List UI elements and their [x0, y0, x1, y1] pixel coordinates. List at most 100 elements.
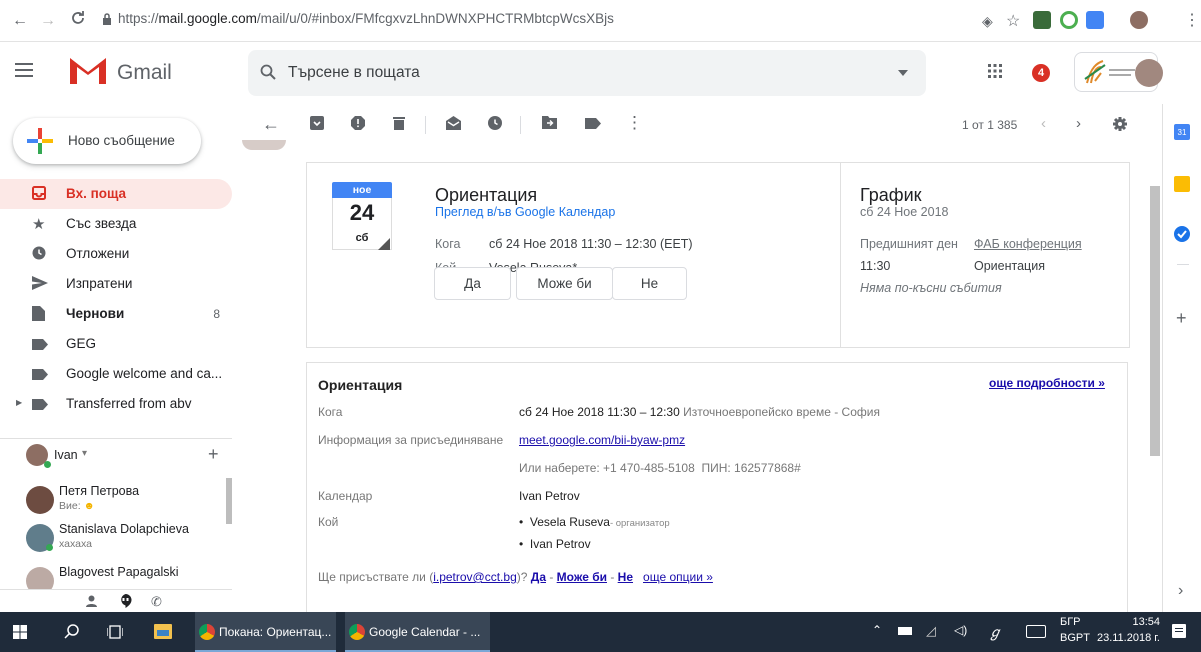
extension-icon[interactable]: [1033, 11, 1051, 29]
meet-link[interactable]: meet.google.com/bii-byaw-pmz: [519, 433, 685, 447]
sidebar-item-geg[interactable]: GEG: [0, 329, 232, 359]
profile-avatar[interactable]: [1130, 11, 1148, 29]
taskbar-item-label: Google Calendar - ...: [369, 625, 481, 639]
wifi-icon[interactable]: ◿: [926, 623, 936, 639]
online-dot: [46, 544, 53, 551]
sidebar-item-inbox[interactable]: Вх. поща: [0, 179, 232, 209]
newer-icon[interactable]: ‹: [1041, 115, 1046, 132]
volume-icon[interactable]: ◁): [954, 623, 967, 637]
address-bar[interactable]: https://mail.google.com/mail/u/0/#inbox/…: [118, 11, 614, 26]
chevron-down-icon[interactable]: ▾: [82, 448, 87, 459]
when-value: сб 24 Ное 2018 11:30 – 12:30 (EET): [489, 237, 693, 251]
main-menu-icon[interactable]: [15, 63, 33, 77]
back-arrow-icon[interactable]: ←: [262, 114, 280, 135]
reload-icon[interactable]: [70, 10, 86, 26]
sidebar-item-sent[interactable]: Изпратени: [0, 269, 232, 299]
more-details-link[interactable]: още подробности »: [989, 376, 1105, 390]
organizer: • Vesela Ruseva- организатор: [519, 515, 670, 529]
new-chat-plus-icon[interactable]: +: [208, 444, 219, 465]
windows-start-icon[interactable]: [13, 625, 27, 639]
bookmark-star-icon[interactable]: ☆: [1006, 11, 1020, 31]
mark-unread-icon[interactable]: [446, 116, 461, 130]
keyboard-icon[interactable]: [1026, 625, 1046, 638]
sidebar-item-google-welcome[interactable]: Google welcome and ca...: [0, 359, 232, 389]
rsvp-no-button[interactable]: Не: [612, 267, 687, 300]
contact-name: Петя Петрова: [59, 484, 140, 498]
search-icon[interactable]: [260, 64, 276, 80]
sidebar-item-starred[interactable]: ★ Със звезда: [0, 209, 232, 239]
inline-yes-link[interactable]: Да: [531, 570, 546, 584]
schedule-date: сб 24 Ное 2018: [860, 205, 949, 219]
expand-arrow-icon[interactable]: ▶: [16, 398, 22, 407]
file-explorer-icon[interactable]: [154, 624, 172, 639]
attendee-email-link[interactable]: i.petrov@cct.bg: [433, 570, 517, 584]
translate-icon[interactable]: [1086, 11, 1104, 29]
menu-dots-icon[interactable]: ⋮: [1184, 10, 1200, 30]
keep-app-icon[interactable]: [1174, 176, 1190, 192]
search-icon[interactable]: [64, 623, 80, 639]
search-bar[interactable]: Търсене в пощата: [248, 50, 926, 96]
gmail-logo-icon[interactable]: [68, 56, 108, 86]
eye-icon[interactable]: ◈: [982, 13, 993, 30]
settings-gear-icon[interactable]: [1113, 117, 1127, 131]
inline-no-link[interactable]: Не: [618, 570, 633, 584]
avatar: [26, 567, 54, 589]
rsvp-maybe-button[interactable]: Може би: [516, 267, 613, 300]
pen-icon[interactable]: ℊ: [988, 622, 1002, 642]
task-view-icon[interactable]: [107, 624, 123, 640]
tray-expand-icon[interactable]: ⌃: [872, 623, 882, 637]
chrome-icon: [349, 624, 365, 640]
chrome-icon: [199, 624, 215, 640]
search-input[interactable]: Търсене в пощата: [288, 64, 420, 82]
calendar-app-icon[interactable]: 31: [1174, 124, 1190, 140]
organization-logo[interactable]: [1074, 52, 1163, 92]
phone-icon[interactable]: ✆: [151, 594, 162, 610]
pagination-label: 1 от 1 385: [962, 118, 1018, 132]
extension-icon[interactable]: [1060, 11, 1078, 29]
contact-item[interactable]: Stanislava Dolapchieva хахаха: [26, 522, 226, 558]
taskbar-item-calendar[interactable]: Google Calendar - ...: [345, 612, 490, 652]
notifications-icon[interactable]: [1172, 624, 1186, 638]
forward-icon[interactable]: →: [40, 12, 56, 30]
more-options-link[interactable]: още опции »: [643, 570, 713, 584]
details-title: Ориентация: [318, 377, 403, 393]
taskbar-item-invite[interactable]: Покана: Ориентац...: [195, 612, 336, 652]
back-icon[interactable]: ←: [12, 12, 28, 30]
older-icon[interactable]: ›: [1076, 115, 1081, 132]
star-icon: ★: [32, 216, 46, 233]
apps-grid-icon[interactable]: [988, 64, 1002, 78]
hangouts-scrollbar[interactable]: [226, 478, 232, 524]
notifications-badge[interactable]: 4: [1032, 64, 1050, 82]
main-scrollbar[interactable]: [1150, 186, 1160, 456]
report-spam-icon[interactable]: [351, 116, 365, 130]
more-options-icon[interactable]: ⋮: [626, 113, 643, 133]
tasks-app-icon[interactable]: [1174, 226, 1190, 242]
delete-icon[interactable]: [393, 116, 405, 130]
view-in-calendar-link[interactable]: Преглед в/ъв Google Календар: [435, 205, 615, 219]
battery-icon[interactable]: [898, 627, 912, 635]
labels-icon[interactable]: [585, 118, 601, 129]
inline-maybe-link[interactable]: Може би: [557, 570, 607, 584]
search-options-icon[interactable]: [898, 70, 908, 76]
hangouts-user[interactable]: Ivan ▾ +: [0, 438, 232, 470]
sidebar-item-label: Вх. поща: [66, 186, 127, 201]
event-details: Ориентация още подробности » Кога сб 24 …: [307, 363, 1127, 593]
previous-event-link[interactable]: ФАБ конференция: [974, 237, 1082, 251]
compose-button[interactable]: Ново съобщение: [13, 118, 201, 164]
sidebar-item-transferred[interactable]: ▶ Transferred from abv: [0, 389, 232, 419]
system-clock[interactable]: 13:54 23.11.2018 г.: [1086, 616, 1160, 644]
move-to-icon[interactable]: [542, 116, 557, 129]
account-avatar[interactable]: [1135, 59, 1163, 87]
archive-icon[interactable]: [310, 116, 324, 130]
contact-item[interactable]: Петя Петрова Вие: ☻: [26, 484, 226, 520]
contact-item[interactable]: Blagovest Papagalski: [26, 565, 226, 589]
hangouts-icon[interactable]: [119, 594, 132, 608]
sidebar-item-snoozed[interactable]: Отложени: [0, 239, 232, 269]
rsvp-yes-button[interactable]: Да: [434, 267, 511, 300]
schedule-event: Ориентация: [974, 259, 1045, 273]
sidebar-item-drafts[interactable]: Чернови 8: [0, 299, 232, 329]
snooze-icon[interactable]: [488, 116, 502, 130]
person-icon[interactable]: [86, 595, 97, 607]
add-addon-plus-icon[interactable]: +: [1176, 308, 1187, 329]
expand-panel-icon[interactable]: ›: [1178, 582, 1183, 600]
